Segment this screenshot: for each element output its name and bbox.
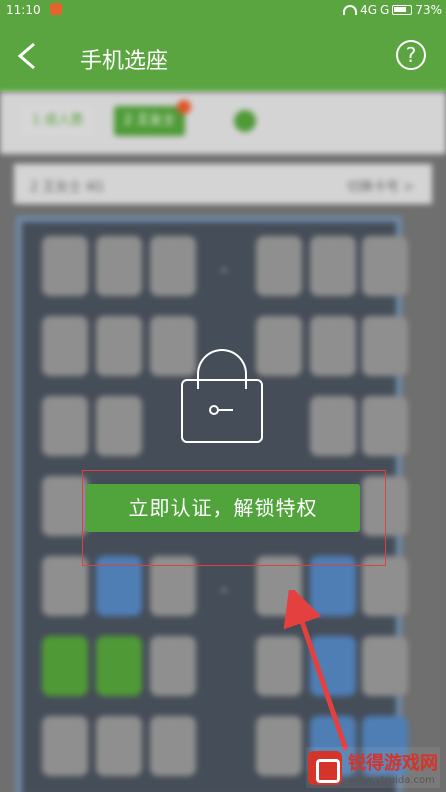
lock-body [181, 379, 263, 443]
tab-passenger-1[interactable]: 1 成人票 [22, 106, 94, 136]
seat[interactable] [150, 636, 196, 696]
red-arrow-icon [283, 590, 349, 751]
watermark-logo-icon [308, 750, 342, 785]
seat[interactable] [256, 236, 302, 296]
seat[interactable] [310, 236, 356, 296]
train-info-left: 2 王女士 4G [30, 180, 104, 195]
help-icon[interactable]: ? [396, 40, 426, 70]
seat[interactable] [96, 396, 142, 456]
status-time: 11:10 [6, 3, 41, 17]
seat[interactable] [42, 396, 88, 456]
padlock-icon [181, 349, 265, 445]
network-label-2: G [380, 3, 390, 17]
seat[interactable] [42, 716, 88, 776]
train-info-row: 2 王女士 4G 切换卡号 > [14, 164, 432, 204]
battery-percent: 73% [415, 3, 442, 17]
seat[interactable] [362, 636, 408, 696]
seat[interactable] [42, 316, 88, 376]
seat[interactable] [362, 316, 408, 376]
tab-badge [177, 100, 192, 114]
status-indicators: 4G G 73% [343, 3, 442, 17]
seat[interactable] [42, 236, 88, 296]
seat-selected[interactable] [96, 636, 142, 696]
train-info-right[interactable]: 切换卡号 > [347, 176, 414, 195]
aisle-marker [222, 268, 226, 272]
verify-unlock-button[interactable]: 立即认证，解锁特权 [86, 484, 360, 532]
aisle-marker [222, 588, 226, 592]
keyhole-icon [209, 405, 235, 415]
seat[interactable] [310, 396, 356, 456]
app-header: 手机选座 ? [0, 20, 446, 92]
battery-icon [392, 5, 413, 15]
watermark-title: 锐得游戏网 [348, 753, 438, 774]
seat[interactable] [362, 396, 408, 456]
watermark-url: www.ytruida.com [348, 775, 435, 786]
back-arrow-icon[interactable] [16, 42, 40, 70]
seat[interactable] [150, 236, 196, 296]
seat[interactable] [96, 716, 142, 776]
seat[interactable] [362, 236, 408, 296]
watermark: 锐得游戏网 www.ytruida.com [306, 747, 440, 788]
tab-passenger-2[interactable]: 2 王女士 [114, 100, 192, 136]
add-passenger-icon[interactable] [234, 110, 256, 132]
passenger-tabs: 1 成人票 2 王女士 [0, 92, 446, 154]
app-notification-icon [50, 3, 62, 15]
page-title: 手机选座 [80, 49, 169, 74]
seat[interactable] [96, 236, 142, 296]
tab-passenger-2-label: 2 王女士 [124, 113, 176, 128]
seat[interactable] [310, 316, 356, 376]
network-label: 4G [360, 3, 378, 17]
seat[interactable] [150, 716, 196, 776]
status-bar: 11:10 4G G 73% [0, 0, 446, 20]
seat-selected[interactable] [42, 636, 88, 696]
wifi-icon [343, 5, 358, 15]
seat[interactable] [96, 316, 142, 376]
